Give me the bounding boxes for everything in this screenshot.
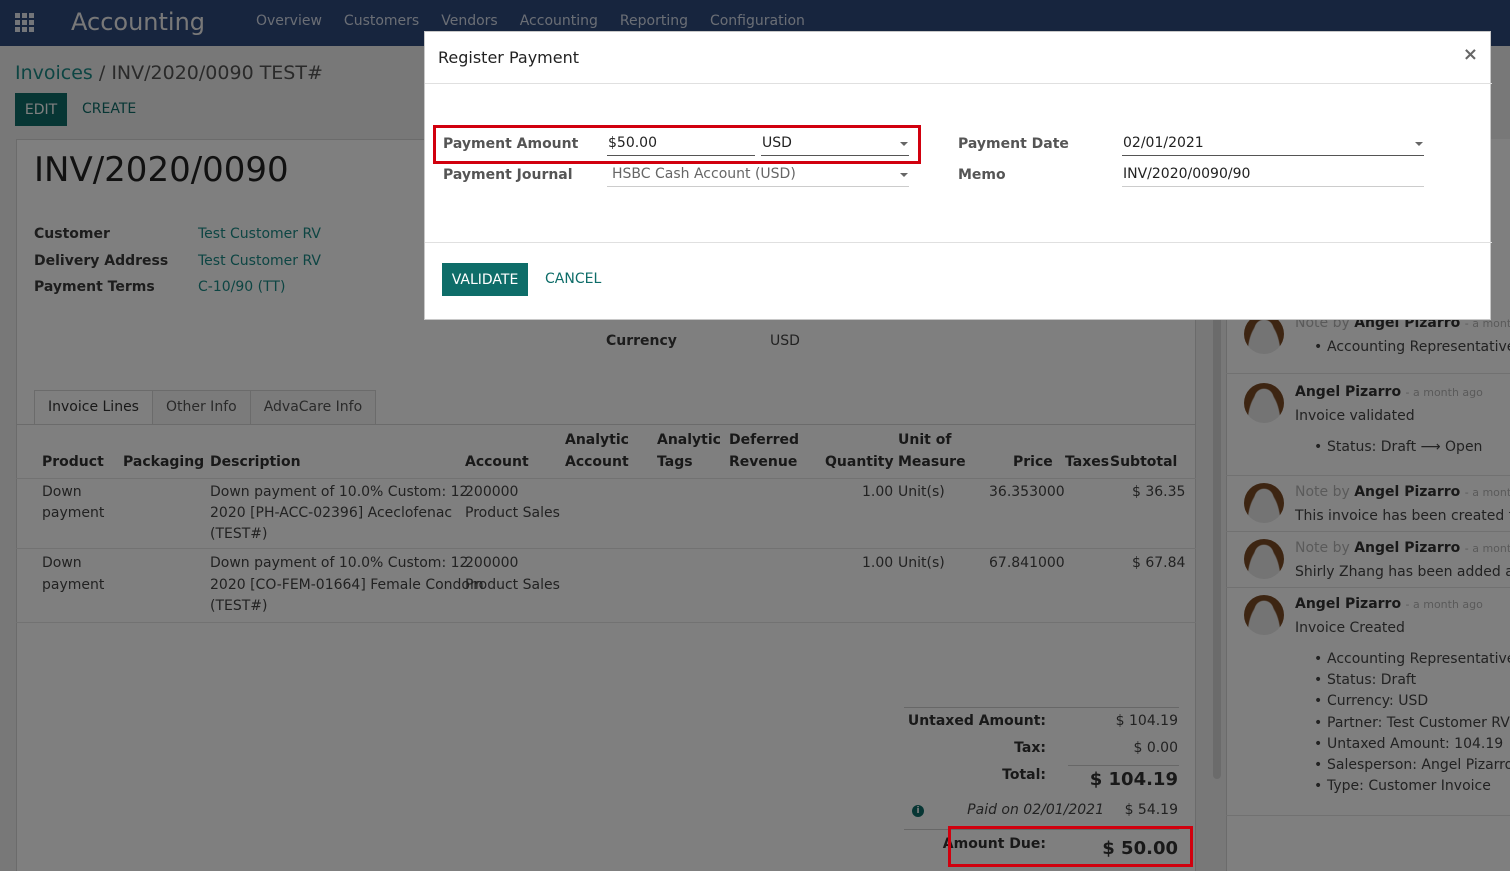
memo-input[interactable]: INV/2020/0090/90 [1122, 163, 1424, 187]
close-icon[interactable]: × [1463, 44, 1478, 65]
validate-button[interactable]: VALIDATE [442, 263, 528, 296]
payment-date-value: 02/01/2021 [1123, 135, 1204, 151]
memo-label: Memo [958, 167, 1006, 183]
memo-value: INV/2020/0090/90 [1123, 166, 1251, 182]
payment-amount-value: 50.00 [616, 135, 658, 151]
chevron-down-icon [900, 142, 908, 146]
chevron-down-icon [1415, 142, 1423, 146]
currency-symbol: $ [608, 135, 617, 151]
register-payment-dialog: Register Payment × Payment Amount $50.00… [424, 31, 1492, 320]
cancel-button[interactable]: CANCEL [545, 271, 601, 287]
modal-header-divider [425, 83, 1492, 84]
currency-select-value: USD [762, 135, 792, 151]
payment-amount-label: Payment Amount [443, 136, 579, 152]
amount-due-highlight [948, 826, 1193, 867]
payment-journal-value: HSBC Cash Account (USD) [612, 166, 796, 182]
modal-title: Register Payment [438, 48, 580, 67]
payment-amount-input[interactable]: $50.00 [607, 132, 755, 156]
modal-footer-divider [425, 242, 1492, 243]
payment-journal-label: Payment Journal [443, 167, 573, 183]
currency-select[interactable]: USD [761, 132, 909, 156]
chevron-down-icon [900, 173, 908, 177]
payment-date-input[interactable]: 02/01/2021 [1122, 132, 1424, 156]
payment-date-label: Payment Date [958, 136, 1069, 152]
payment-journal-select[interactable]: HSBC Cash Account (USD) [607, 163, 909, 187]
